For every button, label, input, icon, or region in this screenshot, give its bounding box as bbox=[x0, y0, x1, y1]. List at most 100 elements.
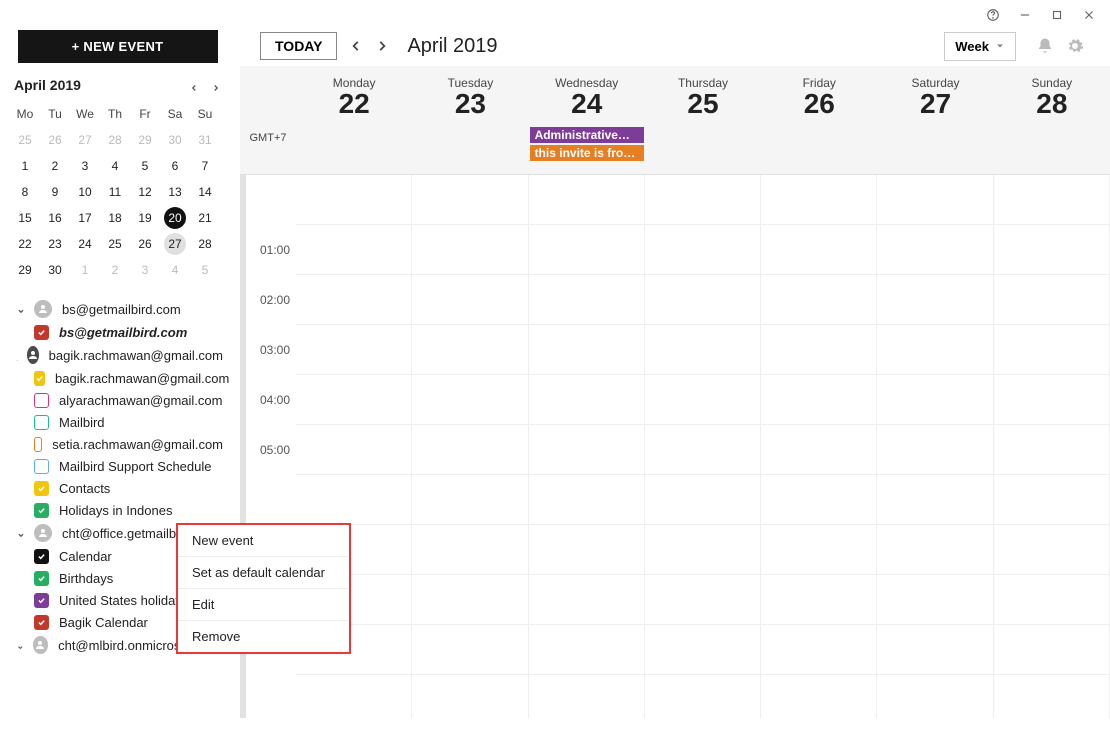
mini-day[interactable]: 2 bbox=[40, 153, 70, 179]
time-slot[interactable] bbox=[761, 425, 876, 475]
mini-day[interactable]: 1 bbox=[70, 257, 100, 283]
time-slot[interactable] bbox=[529, 425, 644, 475]
time-slot[interactable] bbox=[529, 525, 644, 575]
maximize-icon[interactable] bbox=[1050, 8, 1064, 22]
calendar-row[interactable]: Holidays in Indones bbox=[4, 499, 231, 521]
calendar-row[interactable]: setia.rachmawan@gmail.com bbox=[4, 433, 231, 455]
time-slot[interactable] bbox=[877, 275, 992, 325]
mini-day[interactable]: 2 bbox=[100, 257, 130, 283]
mini-day[interactable]: 10 bbox=[70, 179, 100, 205]
time-slot[interactable] bbox=[761, 225, 876, 275]
mini-day[interactable]: 4 bbox=[100, 153, 130, 179]
calendar-row[interactable]: bagik.rachmawan@gmail.com bbox=[4, 367, 231, 389]
day-header[interactable]: Sunday28 bbox=[994, 66, 1110, 126]
time-slot[interactable] bbox=[994, 325, 1109, 375]
allday-cell[interactable] bbox=[645, 126, 761, 174]
time-slot[interactable] bbox=[877, 325, 992, 375]
mini-day[interactable]: 27 bbox=[160, 231, 190, 257]
view-selector[interactable]: Week bbox=[944, 32, 1016, 61]
time-slot[interactable] bbox=[412, 175, 527, 225]
calendar-row[interactable]: bs@getmailbird.com bbox=[4, 321, 231, 343]
time-slot[interactable] bbox=[877, 475, 992, 525]
allday-cell[interactable] bbox=[412, 126, 528, 174]
allday-row[interactable]: Administrative…this invite is fro… bbox=[296, 126, 1110, 174]
calendar-checkbox[interactable] bbox=[34, 503, 49, 518]
mini-day[interactable]: 23 bbox=[40, 231, 70, 257]
grid-column[interactable] bbox=[877, 175, 993, 718]
mini-day[interactable]: 20 bbox=[160, 205, 190, 231]
mini-day[interactable]: 27 bbox=[70, 127, 100, 153]
grid-column[interactable] bbox=[761, 175, 877, 718]
day-header[interactable]: Wednesday24 bbox=[529, 66, 645, 126]
time-slot[interactable] bbox=[761, 275, 876, 325]
time-slot[interactable] bbox=[412, 525, 527, 575]
grid-column[interactable] bbox=[994, 175, 1110, 718]
time-slot[interactable] bbox=[529, 225, 644, 275]
time-slot[interactable] bbox=[529, 575, 644, 625]
time-slot[interactable] bbox=[412, 375, 527, 425]
time-slot[interactable] bbox=[994, 575, 1109, 625]
calendar-checkbox[interactable] bbox=[34, 593, 49, 608]
mini-day[interactable]: 4 bbox=[160, 257, 190, 283]
time-slot[interactable] bbox=[761, 525, 876, 575]
time-slot[interactable] bbox=[296, 425, 411, 475]
time-slot[interactable] bbox=[877, 525, 992, 575]
time-slot[interactable] bbox=[645, 425, 760, 475]
time-slot[interactable] bbox=[529, 375, 644, 425]
mini-day[interactable]: 5 bbox=[130, 153, 160, 179]
mini-day[interactable]: 15 bbox=[10, 205, 40, 231]
chevron-down-icon[interactable] bbox=[16, 640, 25, 650]
help-icon[interactable] bbox=[986, 8, 1000, 22]
account-row[interactable]: bs@getmailbird.com bbox=[4, 297, 231, 321]
context-menu-item[interactable]: Remove bbox=[178, 621, 349, 652]
mini-day[interactable]: 26 bbox=[40, 127, 70, 153]
time-slot[interactable] bbox=[761, 575, 876, 625]
calendar-checkbox[interactable] bbox=[34, 437, 42, 452]
prev-week-icon[interactable] bbox=[349, 39, 363, 53]
next-week-icon[interactable] bbox=[375, 39, 389, 53]
time-slot[interactable] bbox=[994, 625, 1109, 675]
calendar-row[interactable]: Mailbird bbox=[4, 411, 231, 433]
time-slot[interactable] bbox=[296, 475, 411, 525]
mini-day[interactable]: 22 bbox=[10, 231, 40, 257]
calendar-checkbox[interactable] bbox=[34, 393, 49, 408]
time-slot[interactable] bbox=[994, 525, 1109, 575]
mini-day[interactable]: 6 bbox=[160, 153, 190, 179]
calendar-row[interactable]: Mailbird Support Schedule bbox=[4, 455, 231, 477]
time-slot[interactable] bbox=[645, 625, 760, 675]
allday-cell[interactable] bbox=[296, 126, 412, 174]
time-slot[interactable] bbox=[994, 475, 1109, 525]
chevron-down-icon[interactable] bbox=[16, 304, 26, 314]
time-slot[interactable] bbox=[645, 525, 760, 575]
time-slot[interactable] bbox=[761, 175, 876, 225]
day-header[interactable]: Tuesday23 bbox=[412, 66, 528, 126]
time-slot[interactable] bbox=[296, 175, 411, 225]
day-header[interactable]: Monday22 bbox=[296, 66, 412, 126]
time-slot[interactable] bbox=[296, 275, 411, 325]
time-slot[interactable] bbox=[645, 375, 760, 425]
time-slot[interactable] bbox=[412, 225, 527, 275]
context-menu-item[interactable]: Edit bbox=[178, 589, 349, 621]
chevron-down-icon[interactable] bbox=[16, 350, 19, 360]
mini-day[interactable]: 24 bbox=[70, 231, 100, 257]
time-slot[interactable] bbox=[645, 325, 760, 375]
time-slot[interactable] bbox=[296, 225, 411, 275]
mini-day[interactable]: 17 bbox=[70, 205, 100, 231]
close-icon[interactable] bbox=[1082, 8, 1096, 22]
time-slot[interactable] bbox=[645, 275, 760, 325]
time-slot[interactable] bbox=[412, 575, 527, 625]
mini-day[interactable]: 28 bbox=[190, 231, 220, 257]
time-slot[interactable] bbox=[994, 225, 1109, 275]
mini-day[interactable]: 28 bbox=[100, 127, 130, 153]
calendar-checkbox[interactable] bbox=[34, 371, 45, 386]
mini-day[interactable]: 16 bbox=[40, 205, 70, 231]
time-slot[interactable] bbox=[296, 325, 411, 375]
mini-day[interactable]: 1 bbox=[10, 153, 40, 179]
calendar-row[interactable]: Contacts bbox=[4, 477, 231, 499]
allday-event[interactable]: Administrative… bbox=[530, 127, 644, 143]
bell-icon[interactable] bbox=[1036, 37, 1054, 55]
time-slot[interactable] bbox=[761, 375, 876, 425]
mini-next-icon[interactable] bbox=[211, 80, 221, 90]
allday-cell[interactable]: Administrative…this invite is fro… bbox=[529, 126, 645, 174]
mini-day[interactable]: 9 bbox=[40, 179, 70, 205]
